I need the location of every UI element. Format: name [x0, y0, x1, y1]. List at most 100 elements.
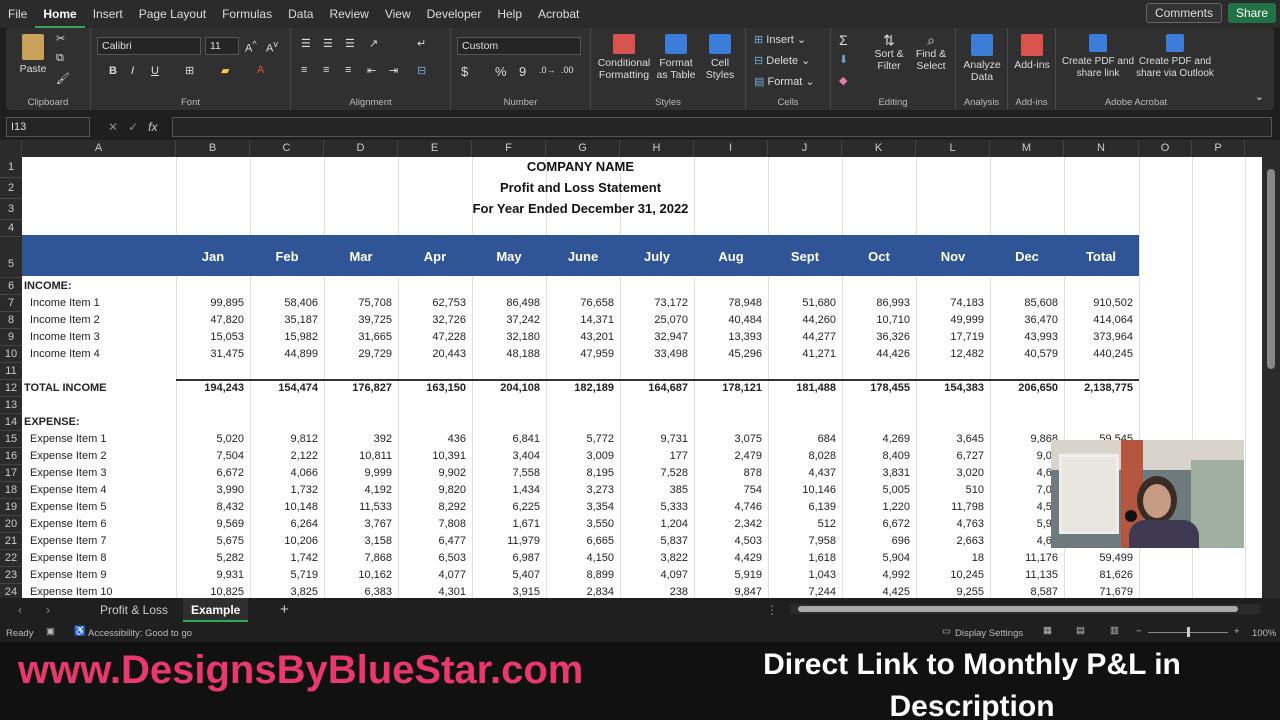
table-cell[interactable]: 40,579 [1024, 348, 1058, 360]
table-cell[interactable]: 62,753 [432, 297, 466, 309]
table-cell[interactable]: 1,434 [512, 484, 540, 496]
row-label[interactable]: Expense Item 1 [30, 433, 106, 445]
table-cell[interactable]: 392 [374, 433, 392, 445]
table-cell[interactable]: 48,188 [506, 348, 540, 360]
table-cell[interactable]: 11,176 [1025, 552, 1058, 564]
table-cell[interactable]: 385 [670, 484, 688, 496]
total-cell[interactable]: 182,189 [574, 382, 614, 394]
table-cell[interactable]: 59,499 [1099, 552, 1133, 564]
total-cell[interactable]: 176,827 [352, 382, 392, 394]
column-header-A[interactable]: A [22, 140, 176, 157]
table-cell[interactable]: 5,772 [586, 433, 614, 445]
table-cell[interactable]: 8,028 [808, 450, 836, 462]
table-cell[interactable]: 2,834 [586, 586, 614, 598]
table-cell[interactable]: 6,225 [512, 501, 540, 513]
row-label[interactable]: Income Item 1 [30, 297, 100, 309]
table-cell[interactable]: 3,158 [364, 535, 392, 547]
table-cell[interactable]: 3,404 [512, 450, 540, 462]
menu-page-layout[interactable]: Page Layout [131, 0, 214, 28]
paste-button[interactable]: Paste [18, 34, 48, 75]
table-cell[interactable]: 81,626 [1099, 569, 1133, 581]
italic-icon[interactable]: I [131, 65, 134, 77]
table-cell[interactable]: 6,672 [216, 467, 244, 479]
total-cell[interactable]: 2,138,775 [1084, 382, 1133, 394]
table-cell[interactable]: 6,841 [512, 433, 540, 445]
column-header-G[interactable]: G [546, 140, 620, 157]
table-cell[interactable]: 6,139 [808, 501, 836, 513]
table-cell[interactable]: 1,732 [290, 484, 318, 496]
table-cell[interactable]: 86,498 [506, 297, 540, 309]
table-cell[interactable]: 177 [670, 450, 688, 462]
table-cell[interactable]: 1,204 [660, 518, 688, 530]
total-cell[interactable]: 206,650 [1018, 382, 1058, 394]
table-cell[interactable]: 58,406 [284, 297, 318, 309]
increase-decimal-icon[interactable]: .0→ [539, 65, 556, 75]
select-all-corner[interactable] [0, 140, 22, 157]
table-cell[interactable]: 5,719 [290, 569, 318, 581]
analyze-data-button[interactable]: Analyze Data [960, 34, 1004, 83]
menu-data[interactable]: Data [280, 0, 321, 28]
table-cell[interactable]: 31,665 [358, 331, 392, 343]
tab-options-icon[interactable]: ⋮ [766, 598, 778, 622]
table-cell[interactable]: 510 [966, 484, 984, 496]
table-cell[interactable]: 5,407 [512, 569, 540, 581]
table-cell[interactable]: 74,183 [950, 297, 984, 309]
table-cell[interactable]: 414,064 [1093, 314, 1133, 326]
share-button[interactable]: Share [1227, 3, 1276, 23]
menu-help[interactable]: Help [489, 0, 530, 28]
total-cell[interactable]: 181,488 [796, 382, 836, 394]
table-cell[interactable]: 8,195 [586, 467, 614, 479]
table-cell[interactable]: 71,679 [1099, 586, 1133, 598]
row-header-20[interactable]: 20 [0, 516, 22, 533]
macro-record-icon[interactable]: ▣ [46, 626, 55, 637]
table-cell[interactable]: 76,658 [580, 297, 614, 309]
table-cell[interactable]: 3,273 [586, 484, 614, 496]
table-cell[interactable]: 9,812 [290, 433, 318, 445]
normal-view-icon[interactable]: ▦ [1043, 625, 1052, 636]
table-cell[interactable]: 15,982 [284, 331, 318, 343]
font-name-select[interactable]: Calibri [97, 37, 201, 55]
column-header-C[interactable]: C [250, 140, 324, 157]
table-cell[interactable]: 696 [892, 535, 910, 547]
align-bottom-icon[interactable]: ☰ [345, 37, 355, 50]
table-cell[interactable]: 10,245 [950, 569, 984, 581]
table-cell[interactable]: 20,443 [432, 348, 466, 360]
font-size-select[interactable]: 11 [205, 37, 239, 55]
row-header-10[interactable]: 10 [0, 346, 22, 363]
table-cell[interactable]: 18 [972, 552, 984, 564]
table-cell[interactable]: 47,228 [432, 331, 466, 343]
table-cell[interactable]: 78,948 [728, 297, 762, 309]
table-cell[interactable]: 440,245 [1093, 348, 1133, 360]
table-cell[interactable]: 4,077 [438, 569, 466, 581]
column-header-L[interactable]: L [916, 140, 990, 157]
table-cell[interactable]: 5,919 [734, 569, 762, 581]
table-cell[interactable]: 4,192 [364, 484, 392, 496]
vertical-scrollbar[interactable] [1262, 157, 1280, 598]
column-header-B[interactable]: B [176, 140, 250, 157]
table-cell[interactable]: 7,244 [808, 586, 836, 598]
table-cell[interactable]: 4,503 [734, 535, 762, 547]
row-label[interactable]: Income Item 4 [30, 348, 100, 360]
row-header-18[interactable]: 18 [0, 482, 22, 499]
align-center-icon[interactable]: ≡ [323, 64, 329, 76]
format-cells-button[interactable]: ▤ Format ⌄ [754, 75, 815, 88]
zoom-level[interactable]: 100% [1252, 628, 1276, 639]
table-cell[interactable]: 32,726 [432, 314, 466, 326]
cell-styles-button[interactable]: Cell Styles [699, 34, 741, 81]
table-cell[interactable]: 8,587 [1030, 586, 1058, 598]
table-cell[interactable]: 32,180 [506, 331, 540, 343]
total-cell[interactable]: 194,243 [204, 382, 244, 394]
table-cell[interactable]: 6,264 [290, 518, 318, 530]
sheet-tab-profit-loss[interactable]: Profit & Loss [100, 598, 168, 622]
table-cell[interactable]: 4,746 [734, 501, 762, 513]
table-cell[interactable]: 41,271 [802, 348, 836, 360]
menu-acrobat[interactable]: Acrobat [530, 0, 587, 28]
table-cell[interactable]: 8,432 [216, 501, 244, 513]
align-left-icon[interactable]: ≡ [301, 64, 307, 76]
table-cell[interactable]: 40,484 [728, 314, 762, 326]
menu-developer[interactable]: Developer [419, 0, 490, 28]
row-label[interactable]: Expense Item 2 [30, 450, 106, 462]
wrap-text-icon[interactable]: ↵ [417, 37, 426, 50]
table-cell[interactable]: 44,899 [284, 348, 318, 360]
horizontal-scrollbar[interactable] [790, 604, 1260, 614]
